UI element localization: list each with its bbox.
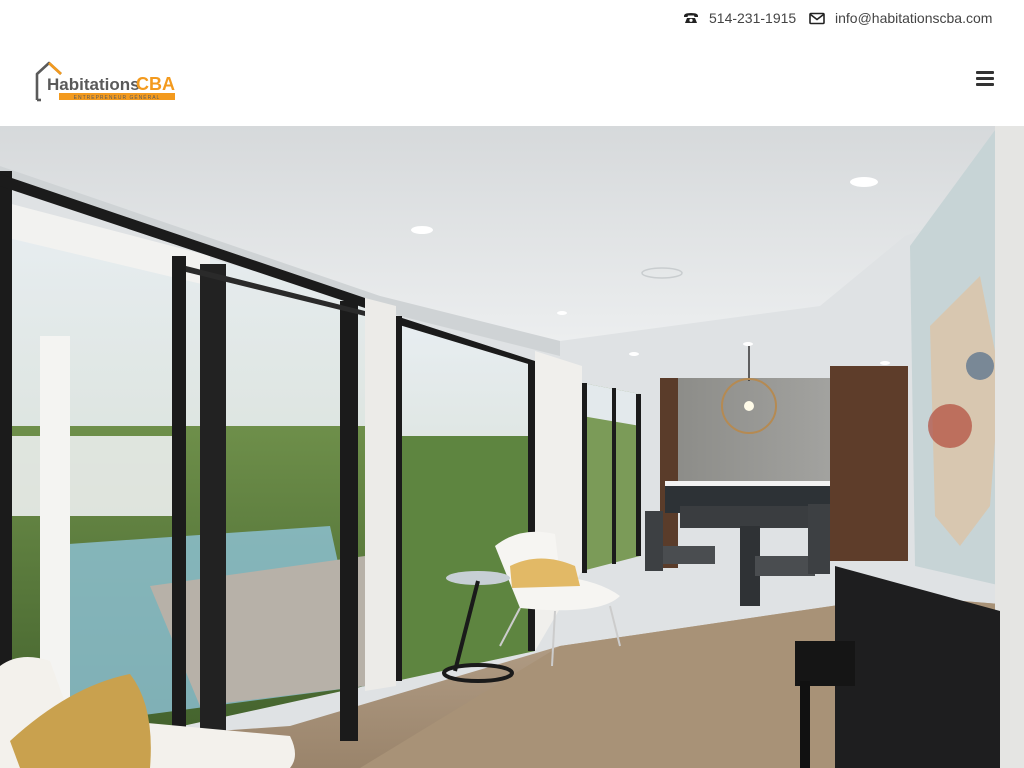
phone-number: 514-231-1915 bbox=[709, 10, 797, 26]
site-logo[interactable]: Habitations CBA ENTREPRENEUR GÉNÉRAL bbox=[35, 60, 177, 104]
email-address: info@habitationscba.com bbox=[835, 10, 993, 26]
phone-icon bbox=[683, 10, 699, 26]
site-header: Habitations CBA ENTREPRENEUR GÉNÉRAL bbox=[0, 38, 1024, 126]
top-contact-bar: 514-231-1915 info@habitationscba.com bbox=[0, 0, 1024, 38]
phone-link[interactable]: 514-231-1915 bbox=[683, 10, 796, 26]
logo-tagline: ENTREPRENEUR GÉNÉRAL bbox=[74, 94, 161, 101]
hero-image bbox=[0, 126, 1024, 768]
hamburger-menu-icon[interactable] bbox=[976, 71, 994, 87]
logo-name-part2: CBA bbox=[136, 74, 175, 94]
email-link[interactable]: info@habitationscba.com bbox=[809, 10, 992, 26]
hero-room-illustration bbox=[0, 126, 1024, 768]
envelope-icon bbox=[809, 10, 825, 26]
logo-name-part1: Habitations bbox=[47, 75, 140, 94]
